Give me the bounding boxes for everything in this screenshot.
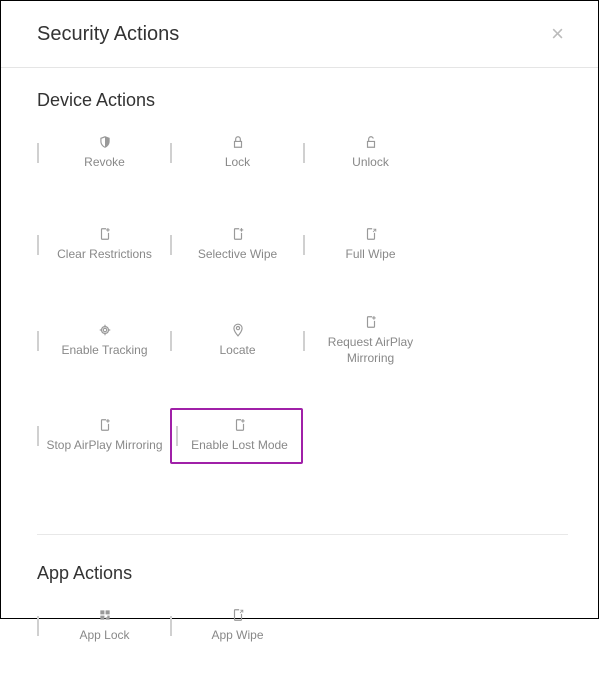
location-pin-icon [231, 323, 245, 337]
action-label: Unlock [352, 155, 389, 171]
device-arrow-icon [231, 227, 245, 241]
shield-icon [98, 135, 112, 149]
device-plus-icon [364, 315, 378, 329]
enable-tracking-action[interactable]: Enable Tracking [37, 315, 170, 366]
security-actions-dialog: Security Actions × Device Actions Revoke [0, 0, 599, 619]
lock-icon [231, 135, 245, 149]
action-label: Clear Restrictions [57, 247, 152, 263]
device-plus-icon [98, 227, 112, 241]
dialog-content: Device Actions Revoke Lock [1, 68, 598, 696]
target-icon [98, 323, 112, 337]
action-label: Locate [219, 343, 255, 359]
app-actions-grid: App Lock App Wipe [37, 604, 568, 696]
locate-action[interactable]: Locate [170, 315, 303, 366]
device-plus-icon [233, 418, 247, 432]
app-lock-action[interactable]: App Lock [37, 604, 170, 648]
action-label: Selective Wipe [198, 247, 277, 263]
lock-action[interactable]: Lock [170, 131, 303, 175]
dialog-header: Security Actions × [1, 1, 598, 68]
action-label: Stop AirPlay Mirroring [46, 438, 162, 454]
section-divider [37, 534, 568, 535]
unlock-action[interactable]: Unlock [303, 131, 436, 175]
app-actions-title: App Actions [37, 563, 568, 584]
full-wipe-action[interactable]: Full Wipe [303, 223, 436, 267]
device-arrow-icon [364, 227, 378, 241]
device-plus-icon [98, 418, 112, 432]
apps-grid-icon [98, 608, 112, 622]
action-label: Lock [225, 155, 250, 171]
action-label: Enable Lost Mode [191, 438, 288, 454]
dialog-title: Security Actions [37, 23, 179, 46]
device-actions-title: Device Actions [37, 90, 568, 111]
action-label: Revoke [84, 155, 125, 171]
action-label: App Lock [79, 628, 129, 644]
action-label: Enable Tracking [61, 343, 147, 359]
device-actions-grid: Revoke Lock Unlock [37, 131, 568, 506]
unlock-icon [364, 135, 378, 149]
device-arrow-icon [231, 608, 245, 622]
enable-lost-mode-action[interactable]: Enable Lost Mode [170, 408, 303, 464]
clear-restrictions-action[interactable]: Clear Restrictions [37, 223, 170, 267]
revoke-action[interactable]: Revoke [37, 131, 170, 175]
app-wipe-action[interactable]: App Wipe [170, 604, 303, 648]
request-airplay-action[interactable]: Request AirPlay Mirroring [303, 315, 436, 366]
stop-airplay-action[interactable]: Stop AirPlay Mirroring [37, 414, 170, 458]
action-label: Request AirPlay Mirroring [311, 335, 430, 366]
action-label: Full Wipe [345, 247, 395, 263]
close-icon[interactable]: × [547, 19, 568, 49]
selective-wipe-action[interactable]: Selective Wipe [170, 223, 303, 267]
action-label: App Wipe [211, 628, 263, 644]
